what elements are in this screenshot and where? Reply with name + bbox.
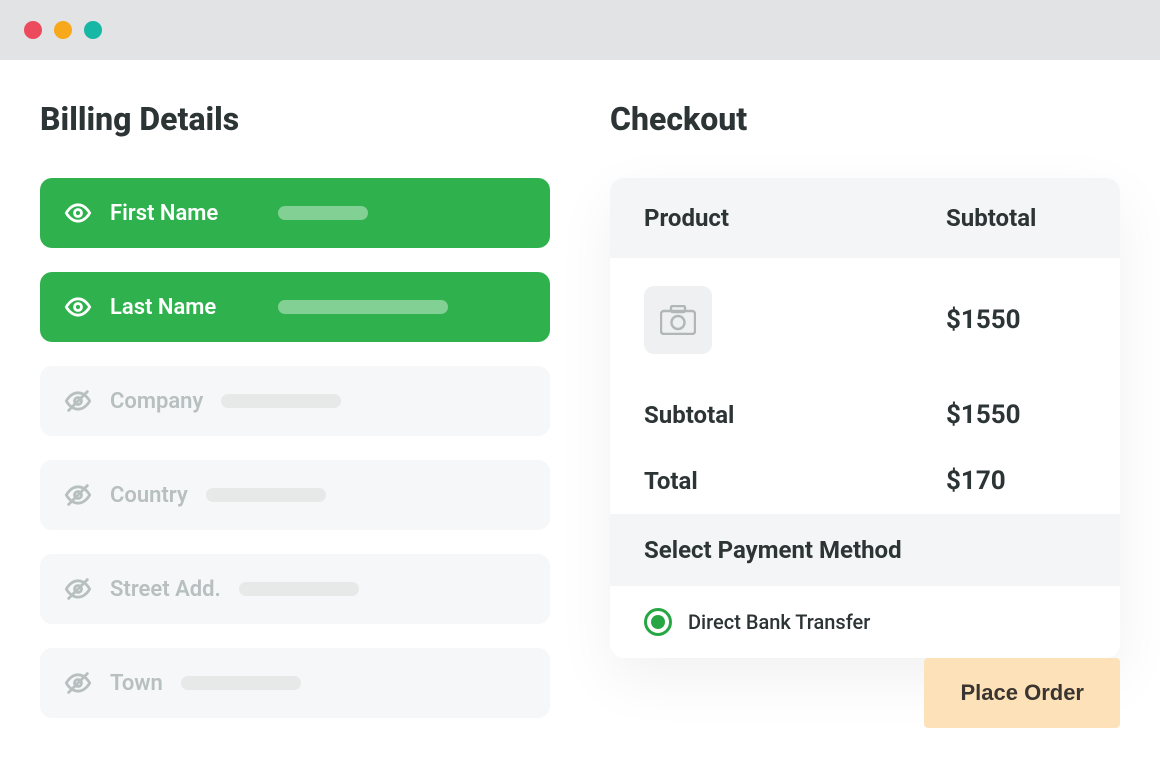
payment-option-direct-bank[interactable]: Direct Bank Transfer xyxy=(610,586,1120,658)
summary-row: Total$170 xyxy=(610,448,1120,514)
product-price: $1550 xyxy=(946,305,1086,335)
payment-option-label: Direct Bank Transfer xyxy=(688,610,870,634)
eye-hidden-icon xyxy=(64,481,92,509)
window-titlebar xyxy=(0,0,1160,60)
eye-hidden-icon xyxy=(64,575,92,603)
billing-field-label: Town xyxy=(110,671,163,696)
checkout-table-header: Product Subtotal xyxy=(610,178,1120,258)
product-row: $1550 xyxy=(610,258,1120,382)
checkout-panel: Checkout Product Subtotal $1550 Subtotal… xyxy=(610,100,1120,728)
minimize-window-button[interactable] xyxy=(54,21,72,39)
product-thumbnail xyxy=(644,286,712,354)
billing-field-label: Country xyxy=(110,483,188,508)
billing-field-label: Company xyxy=(110,389,203,414)
eye-visible-icon xyxy=(64,293,92,321)
billing-field-row[interactable]: Town xyxy=(40,648,550,718)
eye-hidden-icon xyxy=(64,387,92,415)
billing-panel: Billing Details First Name Last Name Compa… xyxy=(40,100,550,728)
payment-section-title: Select Payment Method xyxy=(610,514,1120,586)
summary-label: Subtotal xyxy=(644,401,946,429)
summary-value: $170 xyxy=(946,466,1086,496)
eye-hidden-icon xyxy=(64,669,92,697)
summary-row: Subtotal$1550 xyxy=(610,382,1120,448)
billing-field-row[interactable]: Last Name xyxy=(40,272,550,342)
billing-field-row[interactable]: Street Add. xyxy=(40,554,550,624)
billing-field-row[interactable]: First Name xyxy=(40,178,550,248)
camera-icon xyxy=(660,305,696,335)
eye-visible-icon xyxy=(64,199,92,227)
billing-field-value-placeholder xyxy=(206,488,326,502)
col-product: Product xyxy=(644,204,946,232)
close-window-button[interactable] xyxy=(24,21,42,39)
billing-field-row[interactable]: Company xyxy=(40,366,550,436)
checkout-title: Checkout xyxy=(610,100,1120,138)
billing-field-label: Street Add. xyxy=(110,577,221,602)
billing-field-value-placeholder xyxy=(278,206,368,220)
billing-field-value-placeholder xyxy=(239,582,359,596)
summary-label: Total xyxy=(644,467,946,495)
col-subtotal: Subtotal xyxy=(946,204,1086,232)
billing-field-row[interactable]: Country xyxy=(40,460,550,530)
billing-title: Billing Details xyxy=(40,100,550,138)
summary-value: $1550 xyxy=(946,400,1086,430)
radio-selected-icon xyxy=(644,608,672,636)
place-order-button[interactable]: Place Order xyxy=(924,658,1120,728)
billing-field-value-placeholder xyxy=(181,676,301,690)
checkout-card: Product Subtotal $1550 Subtotal$1550Tota… xyxy=(610,178,1120,658)
billing-field-label: Last Name xyxy=(110,295,260,320)
billing-field-value-placeholder xyxy=(221,394,341,408)
maximize-window-button[interactable] xyxy=(84,21,102,39)
billing-field-label: First Name xyxy=(110,201,260,226)
billing-field-value-placeholder xyxy=(278,300,448,314)
